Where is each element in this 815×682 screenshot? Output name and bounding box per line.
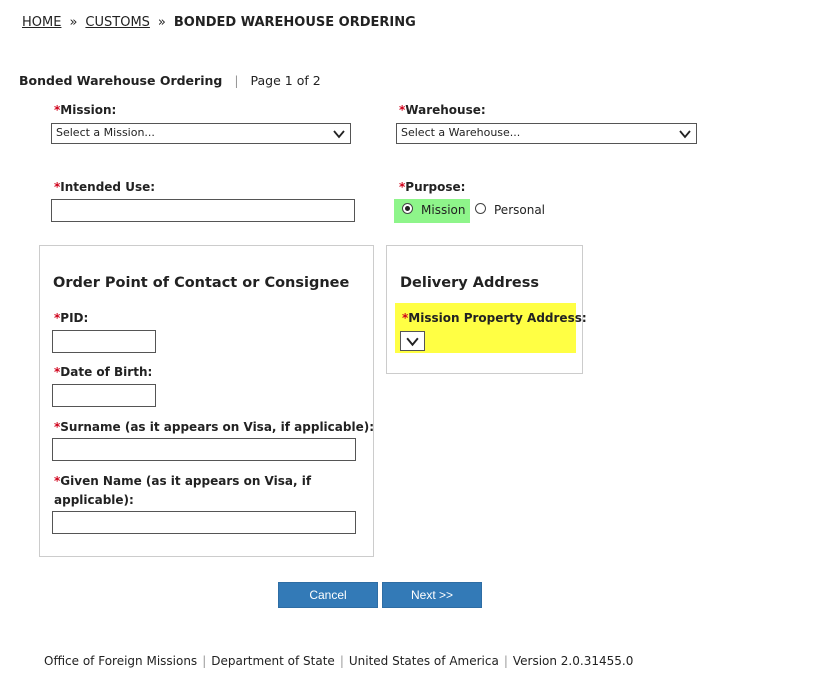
- footer: Office of Foreign Missions | Department of…: [44, 654, 633, 668]
- warehouse-label-text: Warehouse:: [405, 103, 486, 117]
- next-button[interactable]: Next >>: [382, 582, 482, 608]
- warehouse-select[interactable]: Select a Warehouse...: [396, 123, 697, 144]
- purpose-personal-label[interactable]: Personal: [494, 203, 545, 217]
- warehouse-label: *Warehouse:: [399, 103, 486, 117]
- breadcrumb-current: BONDED WAREHOUSE ORDERING: [173, 15, 416, 30]
- footer-department: Department of State: [211, 654, 335, 668]
- mission-property-label-text: Mission Property Address:: [408, 311, 587, 325]
- mission-select-value: Select a Mission...: [56, 126, 155, 139]
- purpose-label-text: Purpose:: [405, 180, 466, 194]
- mission-label-text: Mission:: [60, 103, 117, 117]
- page-info: Page 1 of 2: [250, 73, 321, 88]
- chevron-down-icon: [333, 130, 345, 139]
- given-name-input[interactable]: [52, 511, 356, 534]
- mission-property-select[interactable]: [400, 331, 425, 351]
- page-title: Bonded Warehouse Ordering: [19, 73, 223, 88]
- chevron-down-icon: [406, 337, 419, 347]
- pid-label: *PID:: [54, 311, 88, 325]
- breadcrumb: HOME » CUSTOMS » BONDED WAREHOUSE ORDERING: [22, 15, 416, 30]
- purpose-label: *Purpose:: [399, 180, 465, 194]
- warehouse-select-value: Select a Warehouse...: [401, 126, 521, 139]
- delivery-panel-title: Delivery Address: [400, 275, 539, 291]
- intended-use-input[interactable]: [51, 199, 355, 222]
- breadcrumb-separator: »: [69, 15, 78, 30]
- given-name-label: *Given Name (as it appears on Visa, if: [54, 474, 311, 488]
- footer-version: Version 2.0.31455.0: [512, 654, 634, 668]
- breadcrumb-home-link[interactable]: HOME: [22, 15, 61, 30]
- breadcrumb-customs-link[interactable]: CUSTOMS: [85, 15, 150, 30]
- surname-label-text: Surname (as it appears on Visa, if appli…: [60, 420, 375, 434]
- dob-label-text: Date of Birth:: [60, 365, 153, 379]
- breadcrumb-separator: »: [157, 15, 166, 30]
- dob-input[interactable]: [52, 384, 156, 407]
- pid-label-text: PID:: [60, 311, 89, 325]
- footer-separator: |: [339, 654, 344, 668]
- page-header-divider: |: [234, 73, 239, 88]
- given-name-label-line2: applicable):: [54, 493, 134, 507]
- purpose-mission-label[interactable]: Mission: [421, 203, 465, 217]
- surname-input[interactable]: [52, 438, 356, 461]
- contact-panel-title: Order Point of Contact or Consignee: [53, 275, 350, 291]
- footer-office: Office of Foreign Missions: [44, 654, 198, 668]
- purpose-personal-radio[interactable]: [475, 203, 486, 214]
- chevron-down-icon: [679, 130, 691, 139]
- footer-separator: |: [202, 654, 207, 668]
- pid-input[interactable]: [52, 330, 156, 353]
- purpose-mission-radio[interactable]: [402, 203, 413, 214]
- surname-label: *Surname (as it appears on Visa, if appl…: [54, 420, 374, 434]
- mission-property-label: *Mission Property Address:: [402, 311, 587, 325]
- intended-use-label: *Intended Use:: [54, 180, 155, 194]
- mission-select[interactable]: Select a Mission...: [51, 123, 351, 144]
- cancel-button[interactable]: Cancel: [278, 582, 378, 608]
- dob-label: *Date of Birth:: [54, 365, 152, 379]
- page-header: Bonded Warehouse Ordering | Page 1 of 2: [19, 73, 321, 88]
- given-name-label-line1: Given Name (as it appears on Visa, if: [60, 474, 312, 488]
- footer-separator: |: [503, 654, 508, 668]
- intended-use-label-text: Intended Use:: [60, 180, 156, 194]
- footer-country: United States of America: [348, 654, 499, 668]
- mission-label: *Mission:: [54, 103, 116, 117]
